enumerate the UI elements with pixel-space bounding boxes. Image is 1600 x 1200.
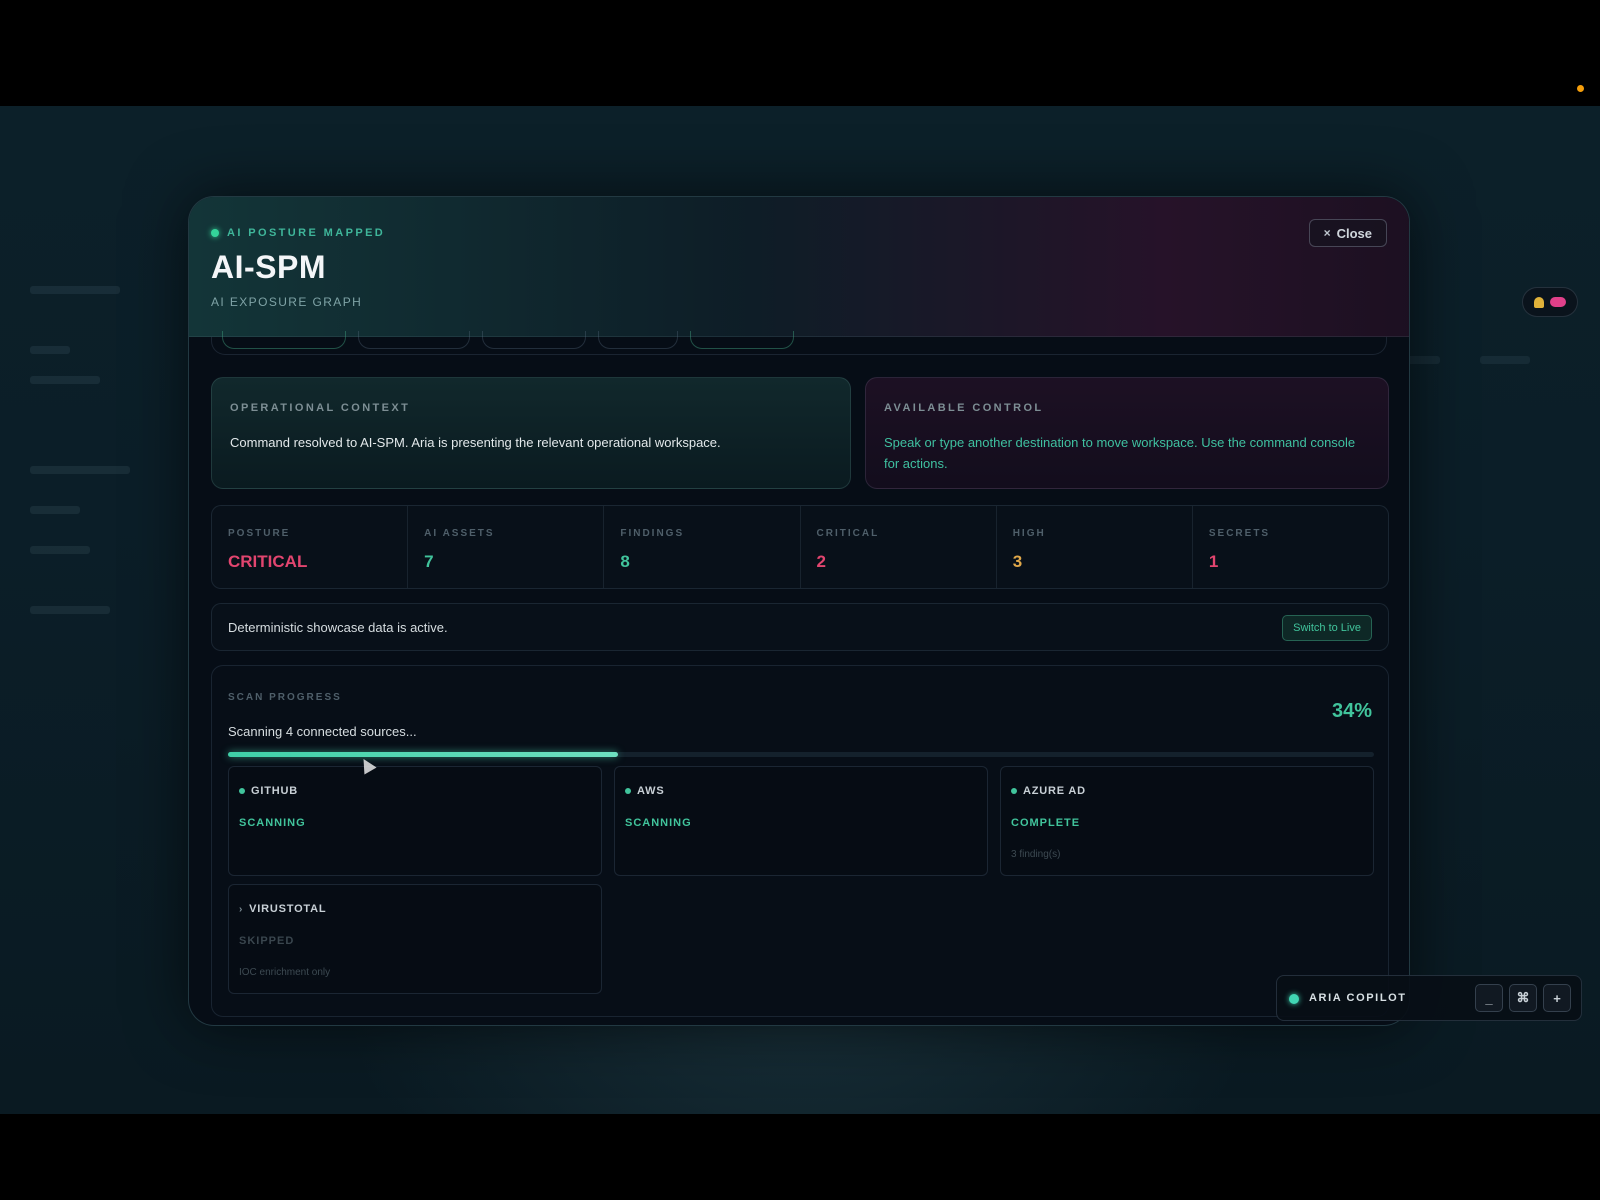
copilot-label: ARIA COPILOT bbox=[1309, 992, 1407, 1004]
page-title: AI-SPM bbox=[211, 249, 326, 285]
modal-header: AI POSTURE MAPPED AI-SPM AI EXPOSURE GRA… bbox=[189, 197, 1409, 337]
tab-strip bbox=[211, 331, 1387, 355]
status-dot-icon bbox=[211, 229, 219, 237]
source-header: › VIRUSTOTAL bbox=[239, 903, 326, 915]
source-header: AZURE AD bbox=[1011, 785, 1086, 797]
aria-copilot-dock[interactable]: ARIA COPILOT _ ⌘ + bbox=[1276, 975, 1582, 1021]
source-name: AWS bbox=[637, 785, 665, 797]
stat-critical: CRITICAL 2 bbox=[801, 506, 997, 588]
source-card-github[interactable]: GITHUB SCANNING bbox=[228, 766, 602, 876]
source-card-virustotal[interactable]: › VIRUSTOTAL SKIPPED IOC enrichment only bbox=[228, 884, 602, 994]
background-sidebar bbox=[20, 276, 160, 736]
source-card-aws[interactable]: AWS SCANNING bbox=[614, 766, 988, 876]
source-note: IOC enrichment only bbox=[239, 967, 331, 978]
stat-value: 2 bbox=[816, 552, 826, 571]
tab-2[interactable] bbox=[358, 331, 470, 349]
tab-4[interactable] bbox=[598, 331, 678, 349]
scan-status: Scanning 4 connected sources... bbox=[228, 724, 417, 739]
stat-findings: FINDINGS 8 bbox=[604, 506, 801, 588]
showcase-banner: Deterministic showcase data is active. S… bbox=[211, 603, 1389, 651]
notification-badge bbox=[1550, 297, 1566, 307]
source-name: AZURE AD bbox=[1023, 785, 1086, 797]
card-text: Command resolved to AI-SPM. Aria is pres… bbox=[230, 435, 721, 450]
source-header: AWS bbox=[625, 785, 664, 797]
status-dot-icon bbox=[1011, 788, 1017, 794]
tab-5[interactable] bbox=[690, 331, 794, 349]
stat-posture: POSTURE CRITICAL bbox=[212, 506, 409, 588]
stat-secrets: SECRETS 1 bbox=[1193, 506, 1388, 588]
status-text: AI POSTURE MAPPED bbox=[227, 227, 386, 239]
source-state: SCANNING bbox=[625, 817, 692, 829]
source-name: GITHUB bbox=[251, 785, 298, 797]
recording-indicator bbox=[1577, 85, 1584, 92]
stat-value: 7 bbox=[424, 552, 434, 571]
source-card-azure-ad[interactable]: AZURE AD COMPLETE 3 finding(s) bbox=[1000, 766, 1374, 876]
background-header-links bbox=[1400, 346, 1580, 386]
close-label: Close bbox=[1336, 225, 1372, 241]
banner-text: Deterministic showcase data is active. bbox=[228, 620, 448, 635]
scan-label: SCAN PROGRESS bbox=[228, 692, 342, 703]
progress-bar bbox=[228, 752, 1374, 757]
stat-value: 1 bbox=[1208, 552, 1219, 571]
bell-icon bbox=[1534, 296, 1544, 308]
status-dot-icon bbox=[239, 788, 245, 794]
card-text: Speak or type another destination to mov… bbox=[884, 435, 1356, 471]
source-state: SKIPPED bbox=[239, 935, 295, 947]
stat-label: HIGH bbox=[1012, 528, 1046, 539]
source-header: GITHUB bbox=[239, 785, 298, 797]
card-label: OPERATIONAL CONTEXT bbox=[230, 402, 411, 414]
stat-label: SECRETS bbox=[1208, 528, 1271, 539]
stat-ai-assets: AI ASSETS 7 bbox=[408, 506, 605, 588]
source-note: 3 finding(s) bbox=[1011, 849, 1061, 860]
posture-stats: POSTURE CRITICAL AI ASSETS 7 FINDINGS 8 … bbox=[211, 505, 1389, 589]
stat-label: CRITICAL bbox=[816, 528, 880, 539]
stat-label: POSTURE bbox=[228, 528, 291, 539]
source-state: SCANNING bbox=[239, 817, 306, 829]
stat-high: HIGH 3 bbox=[997, 506, 1193, 588]
ai-spm-modal: AI POSTURE MAPPED AI-SPM AI EXPOSURE GRA… bbox=[188, 196, 1410, 1026]
source-state: COMPLETE bbox=[1011, 817, 1081, 829]
command-button[interactable]: ⌘ bbox=[1509, 984, 1537, 1012]
stat-label: AI ASSETS bbox=[424, 528, 495, 539]
tab-3[interactable] bbox=[482, 331, 586, 349]
letterbox-top bbox=[0, 0, 1600, 106]
switch-to-live-button[interactable]: Switch to Live bbox=[1282, 615, 1372, 641]
close-icon: × bbox=[1323, 226, 1331, 240]
progress-fill bbox=[228, 752, 618, 757]
source-name: VIRUSTOTAL bbox=[249, 903, 327, 915]
stat-value: 3 bbox=[1012, 552, 1023, 571]
available-control-card: AVAILABLE CONTROL Speak or type another … bbox=[865, 377, 1389, 489]
add-button[interactable]: + bbox=[1543, 984, 1571, 1012]
posture-status: AI POSTURE MAPPED bbox=[211, 227, 385, 239]
operational-context-card: OPERATIONAL CONTEXT Command resolved to … bbox=[211, 377, 851, 489]
page-subtitle: AI EXPOSURE GRAPH bbox=[211, 295, 363, 309]
close-button[interactable]: × Close bbox=[1308, 219, 1387, 247]
status-dot-icon bbox=[1289, 994, 1299, 1004]
letterbox-bottom bbox=[0, 1114, 1600, 1200]
stat-value: 8 bbox=[620, 552, 630, 571]
chevron-right-icon: › bbox=[239, 903, 244, 915]
stat-value: CRITICAL bbox=[228, 552, 308, 571]
minimize-button[interactable]: _ bbox=[1475, 984, 1503, 1012]
scan-percent: 34% bbox=[1331, 700, 1372, 722]
status-dot-icon bbox=[625, 788, 631, 794]
scan-progress-panel: SCAN PROGRESS Scanning 4 connected sourc… bbox=[211, 665, 1389, 1017]
stat-label: FINDINGS bbox=[620, 528, 685, 539]
card-label: AVAILABLE CONTROL bbox=[884, 402, 1044, 414]
tab-1[interactable] bbox=[222, 331, 346, 349]
notifications-pill[interactable] bbox=[1522, 287, 1578, 317]
